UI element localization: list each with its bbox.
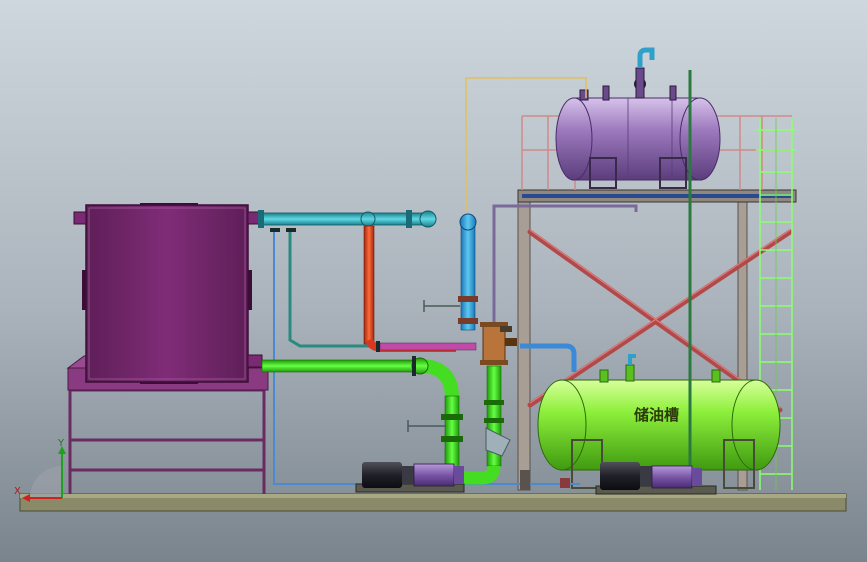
expansion-tank (555, 97, 721, 189)
blue-vertical-pipe (458, 213, 478, 331)
pump-1 (355, 462, 465, 493)
storage-tank-label: 储油槽 (634, 406, 679, 424)
furnace-body (73, 203, 263, 384)
magenta-pipe (379, 342, 477, 351)
cyan-supply-pipe (258, 210, 437, 228)
axis-y-label: Y (57, 438, 65, 449)
base-skid (19, 493, 847, 512)
equipment-diagram: 储油槽 Y X (0, 0, 867, 562)
axis-x-label: X (14, 486, 21, 497)
